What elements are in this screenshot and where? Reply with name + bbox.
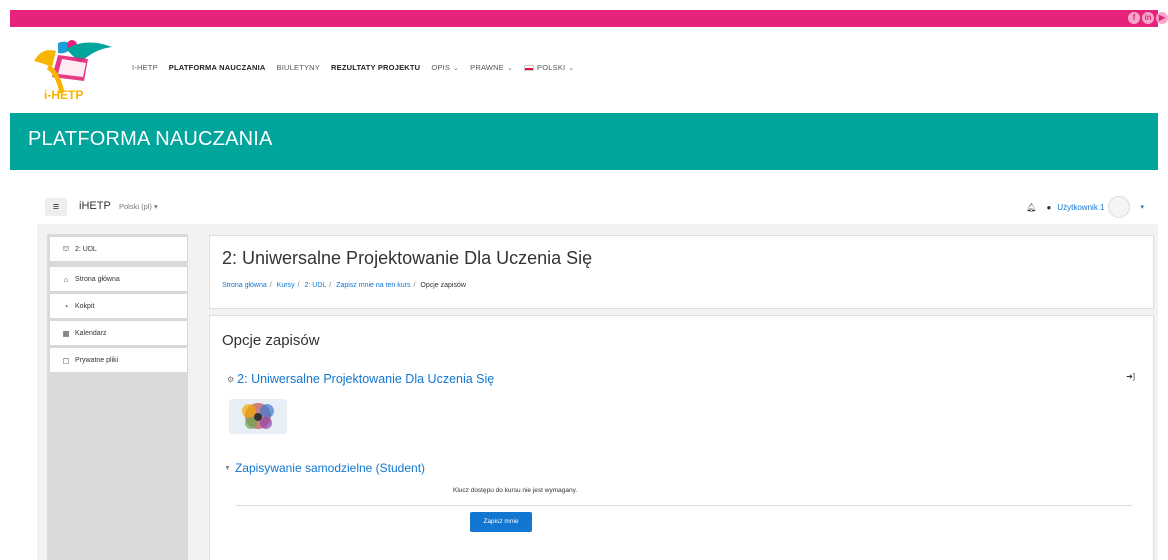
site-brand[interactable]: iHETP xyxy=(79,200,111,212)
polish-flag-icon xyxy=(524,64,535,71)
graduation-cap-icon: ⛫ xyxy=(62,244,70,253)
nav-item-opis[interactable]: OPIS ⌄ xyxy=(431,63,459,72)
breadcrumb: Strona główna / Kursy/ 2: UDL / Zapisz mni… xyxy=(222,282,466,289)
facebook-icon[interactable]: f xyxy=(1128,12,1140,24)
nav-item-biuletyny[interactable]: BIULETYNY xyxy=(277,63,320,72)
main-nav: I-HETP PLATFORMA NAUCZANIA BIULETYNY REZ… xyxy=(132,63,585,72)
sidebar-item-calendar[interactable]: ▦ Kalendarz xyxy=(49,320,188,346)
top-bar: f in ▶ xyxy=(10,10,1168,27)
caret-down-icon: ▾ xyxy=(154,202,158,211)
banner-title: PLATFORMA NAUCZANIA xyxy=(28,128,273,150)
breadcrumb-courses[interactable]: Kursy xyxy=(277,282,295,289)
breadcrumb-home[interactable]: Strona główna xyxy=(222,282,267,289)
sign-in-icon: ➜] xyxy=(1126,372,1135,381)
messages-icon[interactable]: ● xyxy=(1047,203,1052,212)
left-drawer: ⛫ 2: UDL ⌂ Strona główna ◔ Kokpit ▦ Kalendar… xyxy=(47,234,188,560)
page-banner: PLATFORMA NAUCZANIA xyxy=(10,113,1158,170)
sidebar-item-dashboard[interactable]: ◔ Kokpit xyxy=(49,293,188,319)
user-menu[interactable]: 🔔︎ ● Użytkownik 1 ▾ xyxy=(1026,196,1144,218)
linkedin-icon[interactable]: in xyxy=(1142,12,1154,24)
calendar-icon: ▦ xyxy=(62,328,70,338)
sidebar-item-home[interactable]: ⌂ Strona główna xyxy=(49,266,188,292)
page-header-card: 2: Uniwersalne Projektowanie Dla Uczenia… xyxy=(209,235,1154,309)
logo-text: i-HETP xyxy=(44,88,83,102)
course-name-link[interactable]: ⚙ 2: Uniwersalne Projektowanie Dla Uczen… xyxy=(227,372,494,386)
nav-item-prawne[interactable]: PRAWNE ⌄ xyxy=(470,63,513,72)
divider xyxy=(236,505,1132,506)
chevron-down-icon: ⌄ xyxy=(506,64,514,72)
chevron-down-icon: ⌄ xyxy=(568,64,575,72)
breadcrumb-enrol[interactable]: Zapisz mnie na ten kurs xyxy=(336,282,410,289)
dashboard-icon: ◔ xyxy=(63,301,69,311)
nav-item-ihetp[interactable]: I-HETP xyxy=(132,63,158,72)
enrolment-key-info: Klucz dostępu do kursu nie jest wymagany… xyxy=(453,487,578,494)
caret-down-icon[interactable]: ▾ xyxy=(1140,203,1144,211)
sidebar-item-course[interactable]: ⛫ 2: UDL xyxy=(49,236,188,262)
enrolment-method-toggle[interactable]: ▼ Zapisywanie samodzielne (Student) xyxy=(224,461,425,475)
main-region: Opcje zapisów ⚙ 2: Uniwersalne Projektow… xyxy=(209,315,1154,560)
hamburger-menu-icon[interactable]: ≡ xyxy=(45,198,67,216)
user-name[interactable]: Użytkownik 1 xyxy=(1057,203,1104,212)
breadcrumb-current: Opcje zapisów xyxy=(420,282,466,289)
course-icon: ⚙ xyxy=(227,374,235,384)
page-title: 2: Uniwersalne Projektowanie Dla Uczenia… xyxy=(222,248,593,268)
file-icon: ▢ xyxy=(62,355,70,365)
nav-item-language[interactable]: POLSKI ⌄ xyxy=(524,63,574,72)
section-heading: Opcje zapisów xyxy=(222,332,320,349)
bell-icon[interactable]: 🔔︎ xyxy=(1026,203,1036,212)
page-content: ⛫ 2: UDL ⌂ Strona główna ◔ Kokpit ▦ Kalendar… xyxy=(37,224,1158,560)
caret-down-icon: ▼ xyxy=(224,464,231,472)
youtube-icon[interactable]: ▶ xyxy=(1156,12,1168,24)
home-icon: ⌂ xyxy=(63,274,69,284)
enrol-me-button[interactable]: Zapisz mnie xyxy=(470,512,532,532)
nav-item-rezultaty[interactable]: REZULTATY PROJEKTU xyxy=(331,63,420,72)
site-logo[interactable]: i-HETP xyxy=(28,37,116,103)
sidebar-item-private-files[interactable]: ▢ Prywatne pliki xyxy=(49,347,188,373)
course-image xyxy=(229,399,287,434)
nav-item-platforma[interactable]: PLATFORMA NAUCZANIA xyxy=(169,63,266,72)
breadcrumb-course[interactable]: 2: UDL xyxy=(304,282,326,289)
moodle-navbar: ≡ iHETP Polski (pl) ▾ 🔔︎ ● Użytkownik 1 … xyxy=(37,192,1158,222)
chevron-down-icon: ⌄ xyxy=(453,64,460,72)
avatar[interactable] xyxy=(1108,196,1131,218)
language-menu[interactable]: Polski (pl) ▾ xyxy=(119,202,158,211)
